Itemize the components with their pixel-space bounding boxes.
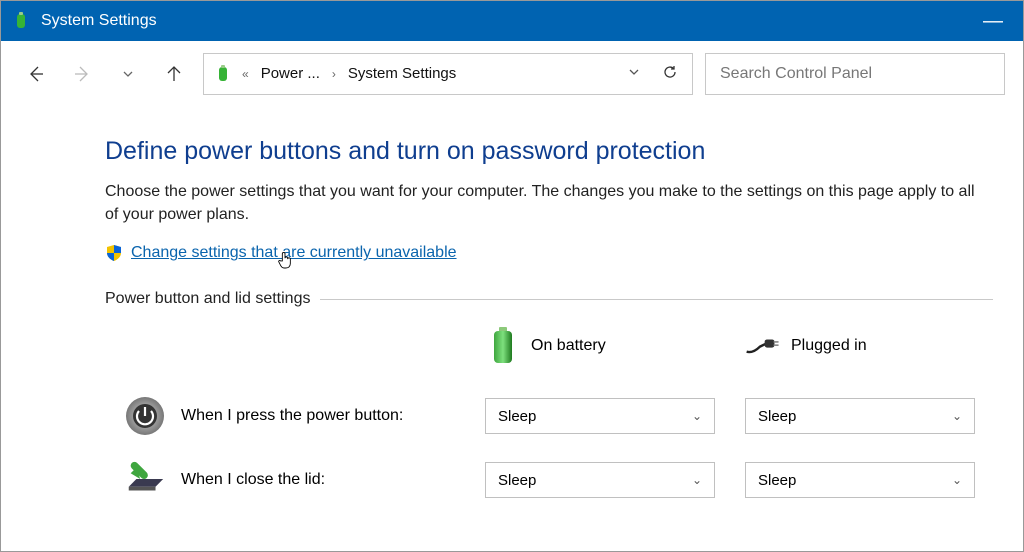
page-title: Define power buttons and turn on passwor… xyxy=(105,137,993,166)
breadcrumb-sep-icon: › xyxy=(332,67,336,81)
breadcrumb-item[interactable]: Power ... xyxy=(257,63,324,84)
section-divider: Power button and lid settings xyxy=(105,290,993,308)
row-power-button: When I press the power button: Sleep ⌄ S… xyxy=(105,394,993,438)
chevron-down-icon: ⌄ xyxy=(952,409,962,423)
power-button-icon xyxy=(123,394,167,438)
power-options-icon xyxy=(11,11,31,31)
chevron-down-icon: ⌄ xyxy=(952,473,962,487)
recent-dropdown[interactable] xyxy=(111,57,145,91)
page-description: Choose the power settings that you want … xyxy=(105,180,985,226)
search-box[interactable] xyxy=(705,53,1005,95)
chevron-down-icon: ⌄ xyxy=(692,473,702,487)
section-label: Power button and lid settings xyxy=(105,290,310,308)
power-button-battery-select[interactable]: Sleep ⌄ xyxy=(485,398,715,434)
refresh-button[interactable] xyxy=(656,64,684,84)
minimize-button[interactable]: — xyxy=(973,10,1013,33)
breadcrumb-back-icon[interactable]: « xyxy=(242,67,249,81)
select-value: Sleep xyxy=(498,472,536,489)
back-button[interactable] xyxy=(19,57,53,91)
columns-header: On battery Plugged in xyxy=(105,326,993,366)
laptop-lid-icon xyxy=(123,458,167,502)
select-value: Sleep xyxy=(758,408,796,425)
column-label: Plugged in xyxy=(791,337,867,355)
change-settings-row: Change settings that are currently unava… xyxy=(105,244,993,262)
plug-icon xyxy=(745,326,781,366)
column-label: On battery xyxy=(531,337,606,355)
close-lid-plugged-select[interactable]: Sleep ⌄ xyxy=(745,462,975,498)
content-area: Define power buttons and turn on passwor… xyxy=(1,107,1023,502)
close-lid-battery-select[interactable]: Sleep ⌄ xyxy=(485,462,715,498)
window-title: System Settings xyxy=(41,12,973,30)
titlebar: System Settings — xyxy=(1,1,1023,41)
change-settings-link[interactable]: Change settings that are currently unava… xyxy=(131,244,457,261)
select-value: Sleep xyxy=(498,408,536,425)
uac-shield-icon xyxy=(105,244,123,262)
select-value: Sleep xyxy=(758,472,796,489)
breadcrumb-item[interactable]: System Settings xyxy=(344,63,460,84)
row-label: When I close the lid: xyxy=(181,471,325,489)
column-plugged-in: Plugged in xyxy=(745,326,1005,366)
navigation-bar: « Power ... › System Settings xyxy=(1,41,1023,107)
row-close-lid: When I close the lid: Sleep ⌄ Sleep ⌄ xyxy=(105,458,993,502)
power-button-plugged-select[interactable]: Sleep ⌄ xyxy=(745,398,975,434)
address-bar[interactable]: « Power ... › System Settings xyxy=(203,53,693,95)
forward-button[interactable] xyxy=(65,57,99,91)
address-dropdown-button[interactable] xyxy=(620,65,648,82)
power-options-icon xyxy=(212,63,234,85)
search-input[interactable] xyxy=(718,64,992,84)
battery-icon xyxy=(485,326,521,366)
up-button[interactable] xyxy=(157,57,191,91)
row-label: When I press the power button: xyxy=(181,407,403,425)
chevron-down-icon: ⌄ xyxy=(692,409,702,423)
column-on-battery: On battery xyxy=(485,326,745,366)
